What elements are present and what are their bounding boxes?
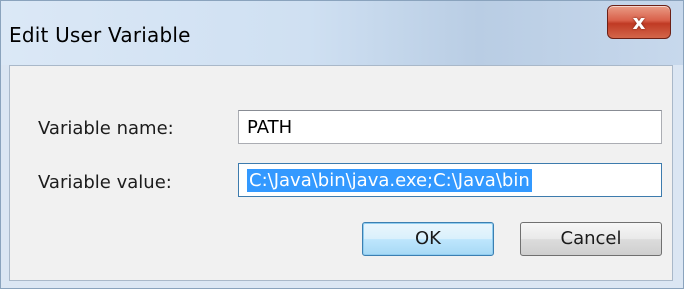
edit-user-variable-dialog: Edit User Variable x Variable name: PATH… [0, 0, 684, 289]
close-icon: x [632, 10, 646, 34]
variable-name-label: Variable name: [38, 118, 174, 139]
variable-value-field[interactable]: C:\Java\bin\java.exe;C:\Java\bin [238, 163, 662, 197]
variable-value-label: Variable value: [38, 172, 172, 193]
variable-value-selected-text: C:\Java\bin\java.exe;C:\Java\bin [247, 169, 532, 192]
title-bar[interactable]: Edit User Variable x [1, 1, 683, 65]
dialog-title: Edit User Variable [9, 23, 191, 47]
cancel-button[interactable]: Cancel [520, 222, 662, 256]
variable-name-value: PATH [247, 117, 293, 138]
close-button[interactable]: x [607, 5, 671, 39]
ok-button[interactable]: OK [362, 222, 494, 256]
dialog-body: Variable name: PATH Variable value: C:\J… [9, 65, 673, 281]
variable-name-field[interactable]: PATH [238, 110, 662, 144]
